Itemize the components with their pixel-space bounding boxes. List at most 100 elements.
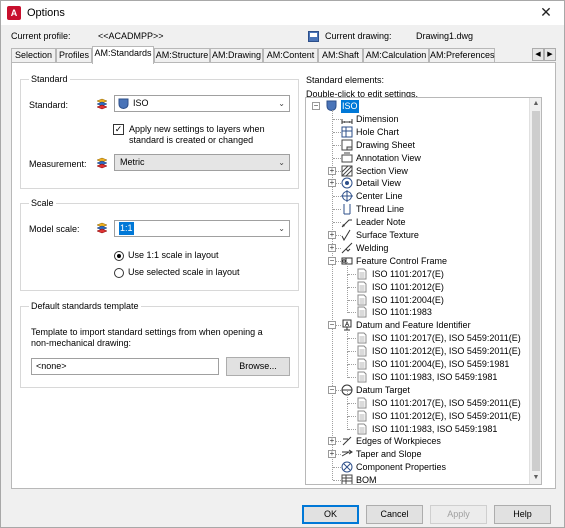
tree-node-label: ISO 1101:2017(E) — [372, 268, 444, 279]
apply-button[interactable]: Apply — [430, 505, 487, 524]
tree-node[interactable]: + Taper and Slope — [306, 448, 531, 461]
tree-node[interactable]: ISO 1101:1983 — [306, 300, 531, 319]
tree-node[interactable]: Thread Line — [306, 203, 531, 216]
expand-icon[interactable]: + — [328, 450, 336, 459]
model-scale-value[interactable]: 1:1 — [119, 222, 134, 235]
tree-node-label: ISO 1101:2012(E), ISO 5459:2011(E) — [372, 346, 521, 357]
thread-line-icon — [343, 204, 351, 215]
tree-node[interactable]: + Section View — [306, 165, 531, 178]
center-line-icon — [341, 190, 353, 203]
tree-guide-line — [333, 144, 341, 146]
tree-node[interactable]: ISO 1101:2004(E), ISO 5459:1981 — [306, 352, 531, 371]
tree-guide-line — [333, 196, 341, 198]
tree-node[interactable]: ISO 1101:2012(E), ISO 5459:2011(E) — [306, 339, 531, 358]
tree-node[interactable]: ISO 1101:2017(E) — [306, 261, 531, 281]
standard-elements-tree[interactable]: − ISO Dimension Hole Chart Drawing Sheet Anno… — [305, 97, 542, 485]
tree-node[interactable]: Hole Chart — [306, 126, 531, 139]
template-path-field[interactable]: <none> — [31, 358, 219, 375]
tab-am-drawing[interactable]: AM:Drawing — [210, 48, 263, 63]
standard-select[interactable]: ISO ⌄ — [114, 95, 290, 112]
expand-icon[interactable]: + — [328, 231, 336, 239]
tree-node[interactable]: ISO 1101:2012(E), ISO 5459:2011(E) — [306, 403, 531, 423]
tree-guide-line — [333, 222, 341, 224]
measurement-select[interactable]: Metric ⌄ — [114, 154, 290, 171]
tab-selection[interactable]: Selection — [11, 48, 56, 63]
ok-button[interactable]: OK — [302, 505, 359, 524]
standard-doc-icon — [357, 410, 367, 422]
browse-button[interactable]: Browse... — [226, 357, 290, 376]
tree-node[interactable]: ISO 1101:2017(E), ISO 5459:2011(E) — [306, 390, 531, 410]
tree-node[interactable]: ISO 1101:2004(E) — [306, 287, 531, 307]
collapse-icon[interactable]: − — [328, 321, 336, 330]
standard-group-title: Standard — [29, 74, 70, 84]
tree-guide-line — [348, 351, 356, 353]
tree-guide-line — [348, 338, 356, 340]
layer-properties-icon[interactable] — [96, 157, 108, 169]
tree-node-label: ISO 1101:2017(E), ISO 5459:2011(E) — [372, 333, 521, 344]
collapse-icon[interactable]: − — [328, 385, 336, 394]
dimension-icon — [341, 118, 353, 124]
tree-node[interactable]: + Edges of Workpieces — [306, 435, 531, 448]
expand-icon[interactable]: + — [328, 243, 336, 252]
use-selected-scale-radio[interactable] — [114, 268, 124, 278]
tree-guide-line — [348, 299, 356, 301]
apply-to-layers-checkbox[interactable]: ✓ — [113, 124, 124, 135]
tree-node[interactable]: Component Properties — [306, 461, 531, 474]
scroll-up-icon[interactable]: ▲ — [530, 98, 541, 110]
hole-chart-icon — [341, 126, 353, 138]
welding-icon — [341, 242, 353, 254]
tree-node-label: Drawing Sheet — [356, 139, 416, 150]
tree-node[interactable]: Center Line — [306, 190, 531, 203]
tree-node[interactable]: ISO 1101:2012(E) — [306, 274, 531, 294]
tab-am-structure[interactable]: AM:Structure — [154, 48, 210, 63]
tree-guide-line — [348, 273, 356, 275]
expand-icon[interactable]: + — [328, 179, 336, 188]
tab-profiles[interactable]: Profiles — [56, 48, 92, 63]
standard-doc-icon — [357, 332, 367, 344]
tree-node[interactable]: + Welding — [306, 242, 531, 255]
help-button[interactable]: Help — [494, 505, 551, 524]
collapse-icon[interactable]: − — [328, 256, 336, 265]
tree-guide-line — [348, 428, 356, 430]
scroll-down-icon[interactable]: ▼ — [530, 472, 541, 484]
tree-node-label: ISO 1101:2004(E) — [372, 294, 444, 305]
tree-node[interactable]: Drawing Sheet — [306, 139, 531, 152]
model-scale-label: Model scale: — [29, 224, 80, 234]
tab-scroll-left-icon[interactable]: ◀ — [532, 48, 544, 61]
expand-icon[interactable]: + — [328, 437, 336, 446]
tree-node[interactable]: ISO 1101:1983, ISO 5459:1981 — [306, 364, 531, 384]
tree-node-label: ISO 1101:2004(E), ISO 5459:1981 — [372, 359, 510, 369]
tab-scroll-right-icon[interactable]: ▶ — [544, 48, 556, 61]
cancel-button[interactable]: Cancel — [366, 505, 423, 524]
collapse-icon[interactable]: − — [312, 102, 320, 110]
tab-am-standards[interactable]: AM:Standards — [92, 46, 154, 64]
tree-node-label: Dimension — [356, 113, 399, 124]
layer-properties-icon[interactable] — [96, 222, 108, 234]
tab-am-preferences[interactable]: AM:Preferences — [429, 48, 495, 63]
tree-node[interactable]: − Feature Control Frame — [306, 255, 531, 268]
standard-doc-icon — [357, 371, 367, 383]
close-icon[interactable]: ✕ — [538, 4, 554, 21]
tab-am-shaft[interactable]: AM:Shaft — [318, 48, 363, 63]
model-scale-combo[interactable]: 1:1 ⌄ — [114, 220, 290, 237]
tree-node[interactable]: + Surface Texture — [306, 229, 531, 242]
tree-node[interactable]: BOM — [306, 474, 531, 484]
tab-am-content[interactable]: AM:Content — [263, 48, 318, 63]
tree-node[interactable]: Leader Note — [306, 216, 531, 229]
tree-node[interactable]: Annotation View — [306, 152, 531, 165]
options-dialog: A Options ✕ Current profile: <<ACADMPP>>… — [0, 0, 565, 528]
tree-node[interactable]: + Detail View — [306, 177, 531, 190]
layer-properties-icon[interactable] — [96, 98, 108, 110]
tree-node[interactable]: − A Datum and Feature Identifier — [306, 319, 531, 332]
tree-node[interactable]: Dimension — [306, 113, 531, 126]
tree-node[interactable]: ISO 1101:2017(E), ISO 5459:2011(E) — [306, 326, 531, 345]
tree-scrollbar[interactable]: ▲ ▼ — [529, 98, 541, 484]
scroll-thumb[interactable] — [532, 111, 540, 471]
tree-guide-line — [348, 364, 356, 365]
expand-icon[interactable]: + — [328, 166, 336, 175]
use-1-1-scale-radio[interactable] — [114, 251, 124, 261]
tree-node[interactable]: − Datum Target — [306, 384, 531, 397]
tree-node[interactable]: ISO 1101:1983, ISO 5459:1981 — [306, 416, 531, 436]
tab-am-calculation[interactable]: AM:Calculation — [363, 48, 429, 63]
tree-node-root[interactable]: − ISO — [306, 100, 526, 113]
